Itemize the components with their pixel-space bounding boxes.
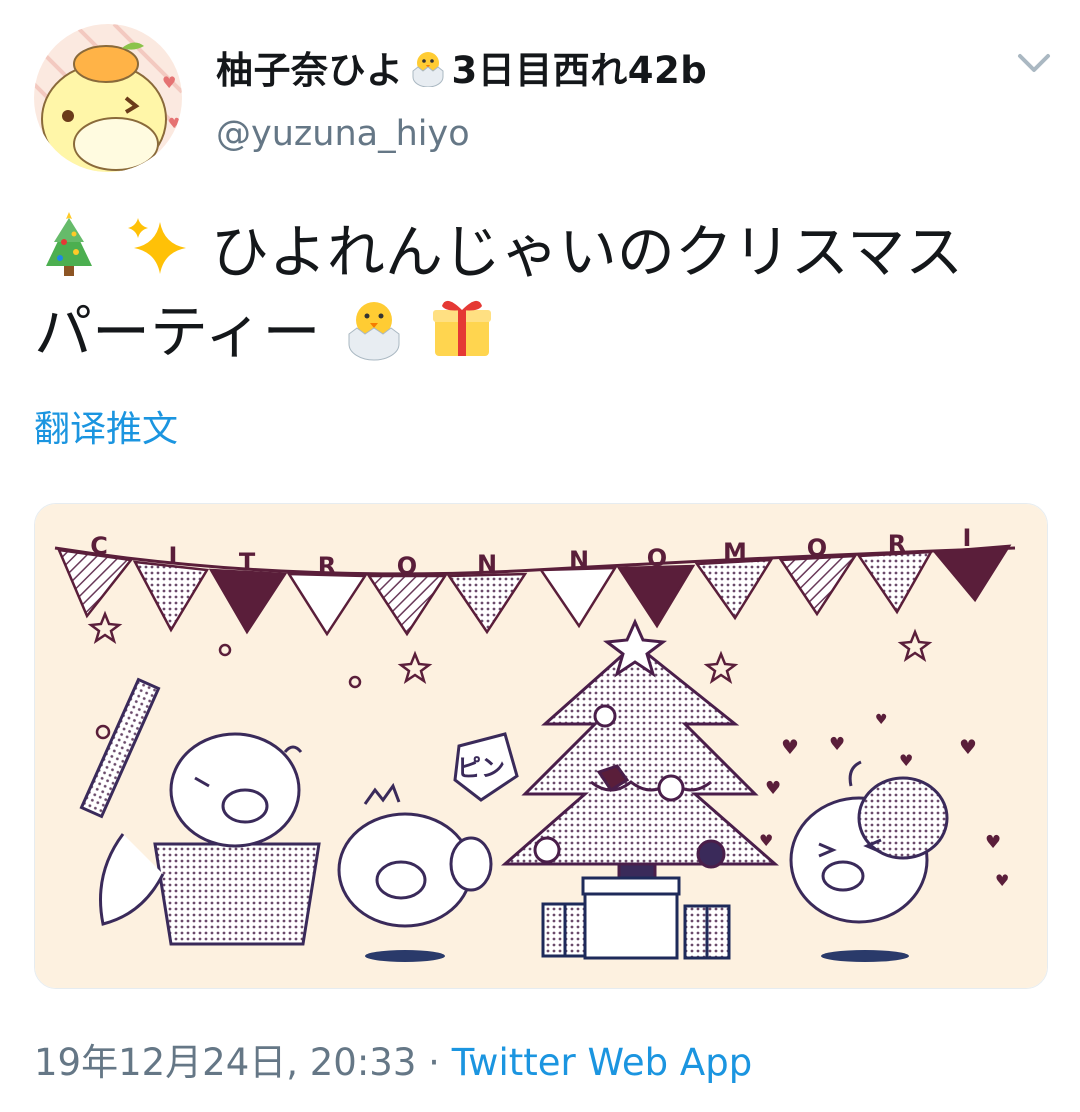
translate-tweet-link[interactable]: 翻译推文 bbox=[34, 400, 178, 452]
svg-text:♥: ♥ bbox=[959, 735, 977, 759]
avatar[interactable]: ♥ ♥ bbox=[34, 24, 182, 172]
user-handle[interactable]: @yuzuna_hiyo bbox=[216, 114, 470, 154]
tweet-line-1-text: ひよれんじゃいのクリスマス bbox=[210, 218, 964, 286]
banner-letter: R bbox=[888, 530, 906, 558]
christmas-tree-icon bbox=[46, 212, 92, 276]
tweet-source-link[interactable]: Twitter Web App bbox=[452, 1041, 752, 1084]
avatar-chick-icon: ♥ ♥ bbox=[34, 24, 182, 172]
meta-separator: · bbox=[428, 1041, 440, 1084]
tweet-line-2-text: パーティー bbox=[34, 298, 321, 366]
tweet-meta: 19年12月24日, 20:33 · Twitter Web App bbox=[34, 1032, 752, 1086]
banner-letter: M bbox=[723, 538, 747, 566]
banner-letter: N bbox=[569, 546, 589, 574]
sound-effect-text: ピン bbox=[457, 754, 505, 782]
banner-letter: I bbox=[169, 542, 178, 570]
chevron-down-icon[interactable] bbox=[1014, 48, 1054, 78]
svg-text:♥: ♥ bbox=[899, 751, 913, 770]
svg-text:♥: ♥ bbox=[875, 712, 888, 728]
tweet-line-2: パーティー bbox=[34, 292, 1044, 372]
banner-letter: N bbox=[477, 550, 497, 578]
banner-letter: C bbox=[90, 532, 108, 560]
svg-text:♥: ♥ bbox=[829, 734, 845, 755]
sparkles-icon bbox=[128, 218, 187, 274]
tweet-line-1: ひよれんじゃいのクリスマス bbox=[34, 212, 1044, 292]
banner-letter: O bbox=[397, 552, 417, 580]
banner-letter: R bbox=[318, 552, 336, 580]
svg-text:♥: ♥ bbox=[985, 832, 1001, 853]
christmas-party-illustration: C I T R O N N O M O R I ピン ♥ ♥ ♥♥ ♥♥ ♥♥ … bbox=[35, 504, 1047, 988]
svg-text:♥: ♥ bbox=[168, 116, 181, 132]
display-name[interactable]: 柚子奈ひよ 3日目西れ42b bbox=[216, 40, 707, 94]
display-name-text: 柚子奈ひよ bbox=[216, 49, 404, 92]
banner-letter: I bbox=[963, 524, 972, 552]
tweet-image[interactable]: C I T R O N N O M O R I ピン ♥ ♥ ♥ ♥ ♥ ♥ ♥… bbox=[34, 503, 1048, 989]
display-name-suffix: 3日目西れ42b bbox=[451, 49, 708, 92]
svg-text:♥: ♥ bbox=[781, 735, 799, 759]
gift-icon bbox=[433, 300, 492, 356]
svg-text:♥: ♥ bbox=[765, 778, 781, 799]
tweet-timestamp[interactable]: 19年12月24日, 20:33 bbox=[34, 1041, 416, 1084]
svg-text:♥: ♥ bbox=[759, 831, 773, 850]
banner-letter: O bbox=[807, 534, 827, 562]
tweet-text: ひよれんじゃいのクリスマス パーティー bbox=[34, 212, 1044, 372]
banner-letter: O bbox=[647, 544, 667, 572]
hatching-chick-icon bbox=[412, 52, 443, 87]
svg-text:♥: ♥ bbox=[162, 73, 176, 92]
hatching-chick-icon bbox=[348, 302, 400, 361]
svg-text:♥: ♥ bbox=[995, 871, 1009, 890]
banner-letter: T bbox=[239, 548, 256, 576]
